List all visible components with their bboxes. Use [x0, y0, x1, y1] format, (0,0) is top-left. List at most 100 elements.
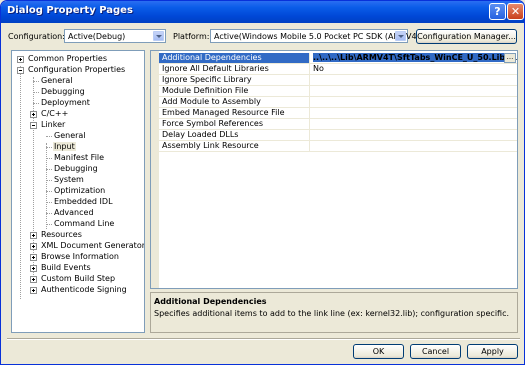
cancel-button[interactable]: Cancel [410, 344, 461, 359]
ok-button[interactable]: OK [353, 344, 404, 359]
property-name: Ignore Specific Library [162, 75, 252, 84]
expand-icon[interactable] [30, 243, 37, 250]
chevron-down-icon[interactable] [395, 31, 406, 41]
tree-item-label: Optimization [54, 186, 106, 195]
configuration-label: Configuration: [8, 32, 65, 41]
tree-item-label: Browse Information [41, 252, 119, 261]
close-button[interactable]: ✕ [507, 3, 524, 20]
tree-item-label: General [41, 76, 73, 85]
tree-item[interactable]: Common Properties [12, 54, 144, 65]
configuration-manager-button[interactable]: Configuration Manager... [416, 29, 517, 44]
expand-icon[interactable] [30, 232, 37, 239]
property-value[interactable] [309, 108, 517, 118]
expand-icon[interactable] [30, 111, 37, 118]
tree-item-label: Linker [41, 120, 66, 129]
tree-item[interactable]: XML Document Generator [12, 241, 144, 252]
expand-icon[interactable] [17, 56, 24, 63]
tree-item[interactable]: Debugging [12, 87, 144, 98]
tree-item[interactable]: Embedded IDL [12, 197, 144, 208]
ellipsis-button[interactable]: ... [504, 53, 516, 63]
help-button[interactable]: ? [489, 3, 506, 20]
tree-item-label: Debugging [54, 164, 98, 173]
tree-item[interactable]: Custom Build Step [12, 274, 144, 285]
tree-item-label: Build Events [41, 263, 91, 272]
description-title: Additional Dependencies [154, 297, 267, 306]
tree-connector [46, 191, 52, 193]
property-row[interactable]: Module Definition File [159, 86, 517, 97]
tree-item[interactable]: C/C++ [12, 109, 144, 120]
tree-item[interactable]: Authenticode Signing [12, 285, 144, 296]
tree-item[interactable]: General [12, 131, 144, 142]
tree-connector [46, 169, 52, 171]
property-row[interactable]: Add Module to Assembly [159, 97, 517, 108]
tree-item[interactable]: Browse Information [12, 252, 144, 263]
property-grid[interactable]: Additional Dependencies ..\..\..\Lib\ARMV… [150, 50, 518, 289]
property-value[interactable]: ..\..\..\Lib\ARMV4T\SftTabs_WinCE_U_50.L… [309, 53, 517, 63]
tree-item-label: C/C++ [41, 109, 69, 118]
tree-item[interactable]: Resources [12, 230, 144, 241]
property-value[interactable] [309, 75, 517, 85]
property-name: Additional Dependencies [162, 53, 262, 62]
chevron-down-icon[interactable] [153, 31, 164, 41]
tree-connector [33, 103, 39, 105]
collapse-icon[interactable] [17, 67, 24, 74]
platform-dropdown[interactable]: Active(Windows Mobile 5.0 Pocket PC SDK … [210, 29, 425, 43]
property-row[interactable]: Embed Managed Resource File [159, 108, 517, 119]
tree-item-label: Deployment [41, 98, 90, 107]
property-name: Delay Loaded DLLs [162, 130, 239, 139]
tree-item-label: Command Line [54, 219, 115, 228]
property-value[interactable] [309, 97, 517, 107]
tree-item-label: XML Document Generator [41, 241, 145, 250]
property-value[interactable] [309, 141, 517, 151]
property-name: Ignore All Default Libraries [162, 64, 269, 73]
tree-item[interactable]: Command Line [12, 219, 144, 230]
tree-connector [46, 136, 52, 138]
property-row[interactable]: Delay Loaded DLLs [159, 130, 517, 141]
tree-item[interactable]: Build Events [12, 263, 144, 274]
property-row[interactable]: Additional Dependencies ..\..\..\Lib\ARMV… [159, 53, 517, 64]
property-tree[interactable]: Common Properties Configuration Propertie… [11, 50, 145, 333]
expand-icon[interactable] [30, 265, 37, 272]
apply-button[interactable]: Apply [467, 344, 518, 359]
property-row[interactable]: Force Symbol References [159, 119, 517, 130]
property-value[interactable] [309, 86, 517, 96]
tree-item[interactable]: Deployment [12, 98, 144, 109]
tree-item[interactable]: Linker [12, 120, 144, 131]
property-row[interactable]: Ignore Specific Library [159, 75, 517, 86]
platform-label: Platform: [173, 32, 210, 41]
tree-item-label: Input [53, 142, 76, 151]
property-name: Force Symbol References [162, 119, 263, 128]
tree-connector [46, 158, 52, 160]
tree-item-label: Embedded IDL [54, 197, 113, 206]
grid-margin [151, 51, 159, 288]
property-value[interactable] [309, 130, 517, 140]
property-value[interactable]: No [309, 64, 517, 74]
tree-connector [46, 224, 52, 226]
property-name: Embed Managed Resource File [162, 108, 285, 117]
tree-item-label: Debugging [41, 87, 85, 96]
tree-item[interactable]: Manifest File [12, 153, 144, 164]
tree-connector [46, 213, 52, 215]
tree-connector [33, 92, 39, 94]
configuration-dropdown[interactable]: Active(Debug) [64, 29, 166, 43]
property-name: Module Definition File [162, 86, 249, 95]
tree-item-label: Common Properties [28, 54, 108, 63]
tree-item[interactable]: System [12, 175, 144, 186]
tree-item[interactable]: Configuration Properties [12, 65, 144, 76]
expand-icon[interactable] [30, 276, 37, 283]
tree-item-label: Custom Build Step [41, 274, 116, 283]
tree-item[interactable]: Input [12, 142, 144, 153]
title-bar[interactable]: Dialog Property Pages ? ✕ [1, 1, 524, 23]
collapse-icon[interactable] [30, 122, 37, 129]
dialog-window: Dialog Property Pages ? ✕ Configuration:… [0, 0, 525, 365]
tree-item[interactable]: General [12, 76, 144, 87]
expand-icon[interactable] [30, 287, 37, 294]
property-row[interactable]: Ignore All Default Libraries No [159, 64, 517, 75]
property-row[interactable]: Assembly Link Resource [159, 141, 517, 152]
tree-item[interactable]: Optimization [12, 186, 144, 197]
property-value[interactable] [309, 119, 517, 129]
expand-icon[interactable] [30, 254, 37, 261]
tree-item[interactable]: Advanced [12, 208, 144, 219]
tree-item[interactable]: Debugging [12, 164, 144, 175]
window-title: Dialog Property Pages [7, 5, 133, 16]
